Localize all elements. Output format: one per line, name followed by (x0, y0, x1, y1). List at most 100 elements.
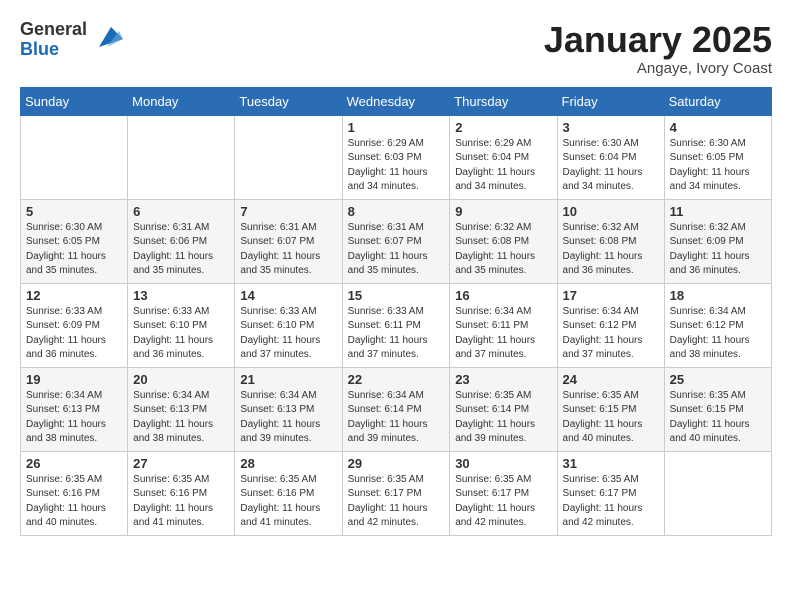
calendar-cell: 10 Sunrise: 6:32 AM Sunset: 6:08 PM Dayli… (557, 199, 664, 283)
day-info: Sunrise: 6:35 AM Sunset: 6:16 PM Dayligh… (240, 473, 336, 531)
day-info: Sunrise: 6:33 AM Sunset: 6:09 PM Dayligh… (26, 305, 122, 363)
day-info: Sunrise: 6:35 AM Sunset: 6:14 PM Dayligh… (455, 389, 551, 447)
day-info: Sunrise: 6:31 AM Sunset: 6:07 PM Dayligh… (348, 221, 445, 279)
day-number: 9 (455, 204, 551, 219)
calendar-week-row: 26 Sunrise: 6:35 AM Sunset: 6:16 PM Dayli… (21, 451, 772, 535)
calendar-cell: 5 Sunrise: 6:30 AM Sunset: 6:05 PM Daylig… (21, 199, 128, 283)
calendar-week-row: 1 Sunrise: 6:29 AM Sunset: 6:03 PM Daylig… (21, 115, 772, 199)
day-number: 3 (563, 120, 659, 135)
day-info: Sunrise: 6:35 AM Sunset: 6:17 PM Dayligh… (563, 473, 659, 531)
calendar-cell: 3 Sunrise: 6:30 AM Sunset: 6:04 PM Daylig… (557, 115, 664, 199)
day-number: 21 (240, 372, 336, 387)
calendar-cell: 8Sunrise: 6:31 AM Sunset: 6:07 PM Daylig… (342, 199, 450, 283)
day-info: Sunrise: 6:34 AM Sunset: 6:14 PM Dayligh… (348, 389, 445, 447)
calendar-cell: 28 Sunrise: 6:35 AM Sunset: 6:16 PM Dayli… (235, 451, 342, 535)
day-number: 17 (563, 288, 659, 303)
day-info: Sunrise: 6:35 AM Sunset: 6:16 PM Dayligh… (133, 473, 229, 531)
weekday-header-row: SundayMondayTuesdayWednesdayThursdayFrid… (21, 87, 772, 115)
day-info: Sunrise: 6:32 AM Sunset: 6:09 PM Dayligh… (670, 221, 766, 279)
day-number: 31 (563, 456, 659, 471)
logo-icon (91, 19, 123, 51)
day-number: 10 (563, 204, 659, 219)
day-number: 16 (455, 288, 551, 303)
calendar-cell: 21Sunrise: 6:34 AM Sunset: 6:13 PM Dayli… (235, 367, 342, 451)
weekday-header: Wednesday (342, 87, 450, 115)
day-info: Sunrise: 6:34 AM Sunset: 6:13 PM Dayligh… (133, 389, 229, 447)
weekday-header: Monday (128, 87, 235, 115)
day-info: Sunrise: 6:29 AM Sunset: 6:04 PM Dayligh… (455, 137, 551, 195)
calendar-cell: 24 Sunrise: 6:35 AM Sunset: 6:15 PM Dayli… (557, 367, 664, 451)
day-info: Sunrise: 6:30 AM Sunset: 6:04 PM Dayligh… (563, 137, 659, 195)
calendar-cell: 11 Sunrise: 6:32 AM Sunset: 6:09 PM Dayli… (664, 199, 771, 283)
day-info: Sunrise: 6:34 AM Sunset: 6:12 PM Dayligh… (670, 305, 766, 363)
day-number: 4 (670, 120, 766, 135)
logo-blue: Blue (20, 39, 59, 59)
calendar-cell: 29Sunrise: 6:35 AM Sunset: 6:17 PM Dayli… (342, 451, 450, 535)
calendar-cell: 9 Sunrise: 6:32 AM Sunset: 6:08 PM Daylig… (450, 199, 557, 283)
calendar-cell (235, 115, 342, 199)
day-info: Sunrise: 6:34 AM Sunset: 6:12 PM Dayligh… (563, 305, 659, 363)
day-number: 22 (348, 372, 445, 387)
day-info: Sunrise: 6:32 AM Sunset: 6:08 PM Dayligh… (563, 221, 659, 279)
calendar-cell (21, 115, 128, 199)
calendar-table: SundayMondayTuesdayWednesdayThursdayFrid… (20, 87, 772, 536)
day-number: 24 (563, 372, 659, 387)
calendar-week-row: 19 Sunrise: 6:34 AM Sunset: 6:13 PM Dayli… (21, 367, 772, 451)
calendar-cell: 23 Sunrise: 6:35 AM Sunset: 6:14 PM Dayli… (450, 367, 557, 451)
calendar-cell: 26 Sunrise: 6:35 AM Sunset: 6:16 PM Dayli… (21, 451, 128, 535)
calendar-cell: 1 Sunrise: 6:29 AM Sunset: 6:03 PM Daylig… (342, 115, 450, 199)
calendar-week-row: 12 Sunrise: 6:33 AM Sunset: 6:09 PM Dayli… (21, 283, 772, 367)
day-info: Sunrise: 6:32 AM Sunset: 6:08 PM Dayligh… (455, 221, 551, 279)
title-block: January 2025 Angaye, Ivory Coast (544, 20, 772, 77)
calendar-cell: 6 Sunrise: 6:31 AM Sunset: 6:06 PM Daylig… (128, 199, 235, 283)
calendar-cell: 4 Sunrise: 6:30 AM Sunset: 6:05 PM Daylig… (664, 115, 771, 199)
day-info: Sunrise: 6:30 AM Sunset: 6:05 PM Dayligh… (26, 221, 122, 279)
logo-general: General (20, 19, 87, 39)
day-number: 13 (133, 288, 229, 303)
calendar-cell: 2 Sunrise: 6:29 AM Sunset: 6:04 PM Daylig… (450, 115, 557, 199)
day-info: Sunrise: 6:33 AM Sunset: 6:10 PM Dayligh… (133, 305, 229, 363)
day-number: 12 (26, 288, 122, 303)
weekday-header: Sunday (21, 87, 128, 115)
day-info: Sunrise: 6:34 AM Sunset: 6:11 PM Dayligh… (455, 305, 551, 363)
day-number: 15 (348, 288, 445, 303)
day-number: 27 (133, 456, 229, 471)
day-info: Sunrise: 6:33 AM Sunset: 6:11 PM Dayligh… (348, 305, 445, 363)
day-info: Sunrise: 6:34 AM Sunset: 6:13 PM Dayligh… (26, 389, 122, 447)
weekday-header: Thursday (450, 87, 557, 115)
day-number: 5 (26, 204, 122, 219)
calendar-cell: 30Sunrise: 6:35 AM Sunset: 6:17 PM Dayli… (450, 451, 557, 535)
day-info: Sunrise: 6:31 AM Sunset: 6:07 PM Dayligh… (240, 221, 336, 279)
day-number: 2 (455, 120, 551, 135)
day-number: 23 (455, 372, 551, 387)
page-header: General Blue January 2025 Angaye, Ivory … (20, 20, 772, 77)
day-number: 6 (133, 204, 229, 219)
calendar-cell: 16 Sunrise: 6:34 AM Sunset: 6:11 PM Dayli… (450, 283, 557, 367)
day-number: 28 (240, 456, 336, 471)
calendar-cell: 12 Sunrise: 6:33 AM Sunset: 6:09 PM Dayli… (21, 283, 128, 367)
calendar-cell (128, 115, 235, 199)
day-info: Sunrise: 6:35 AM Sunset: 6:15 PM Dayligh… (670, 389, 766, 447)
day-number: 19 (26, 372, 122, 387)
day-info: Sunrise: 6:30 AM Sunset: 6:05 PM Dayligh… (670, 137, 766, 195)
calendar-cell: 14Sunrise: 6:33 AM Sunset: 6:10 PM Dayli… (235, 283, 342, 367)
calendar-cell: 20Sunrise: 6:34 AM Sunset: 6:13 PM Dayli… (128, 367, 235, 451)
weekday-header: Saturday (664, 87, 771, 115)
location-subtitle: Angaye, Ivory Coast (544, 60, 772, 77)
calendar-cell: 27 Sunrise: 6:35 AM Sunset: 6:16 PM Dayli… (128, 451, 235, 535)
day-number: 7 (240, 204, 336, 219)
calendar-cell: 19 Sunrise: 6:34 AM Sunset: 6:13 PM Dayli… (21, 367, 128, 451)
day-number: 26 (26, 456, 122, 471)
day-info: Sunrise: 6:35 AM Sunset: 6:15 PM Dayligh… (563, 389, 659, 447)
day-number: 1 (348, 120, 445, 135)
day-info: Sunrise: 6:35 AM Sunset: 6:16 PM Dayligh… (26, 473, 122, 531)
day-number: 11 (670, 204, 766, 219)
logo: General Blue (20, 20, 123, 60)
day-number: 29 (348, 456, 445, 471)
calendar-cell (664, 451, 771, 535)
day-info: Sunrise: 6:31 AM Sunset: 6:06 PM Dayligh… (133, 221, 229, 279)
calendar-cell: 7 Sunrise: 6:31 AM Sunset: 6:07 PM Daylig… (235, 199, 342, 283)
day-info: Sunrise: 6:29 AM Sunset: 6:03 PM Dayligh… (348, 137, 445, 195)
calendar-cell: 25Sunrise: 6:35 AM Sunset: 6:15 PM Dayli… (664, 367, 771, 451)
calendar-cell: 15 Sunrise: 6:33 AM Sunset: 6:11 PM Dayli… (342, 283, 450, 367)
